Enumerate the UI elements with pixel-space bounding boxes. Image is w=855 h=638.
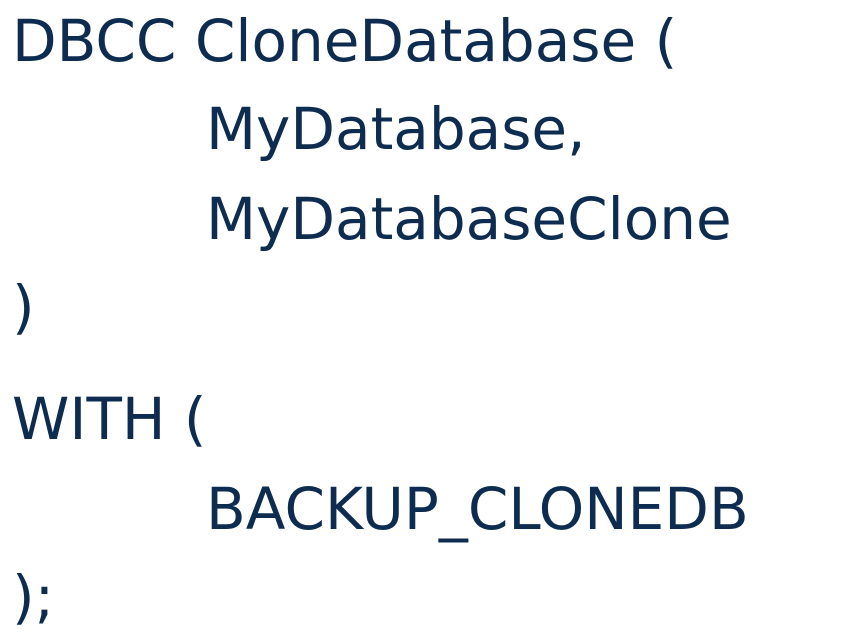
code-line-close-paren: ) — [12, 273, 35, 341]
code-line-backup-clonedb-option: BACKUP_CLONEDB — [206, 475, 749, 543]
code-line-with: WITH ( — [12, 385, 207, 453]
code-line-dbcc-clonedatabase: DBCC CloneDatabase ( — [12, 7, 678, 75]
code-line-source-database: MyDatabase, — [206, 95, 586, 163]
code-line-target-database: MyDatabaseClone — [206, 185, 732, 253]
sql-code-block: DBCC CloneDatabase ( MyDatabase, MyDatab… — [0, 0, 855, 638]
code-line-statement-end: ); — [12, 563, 55, 631]
